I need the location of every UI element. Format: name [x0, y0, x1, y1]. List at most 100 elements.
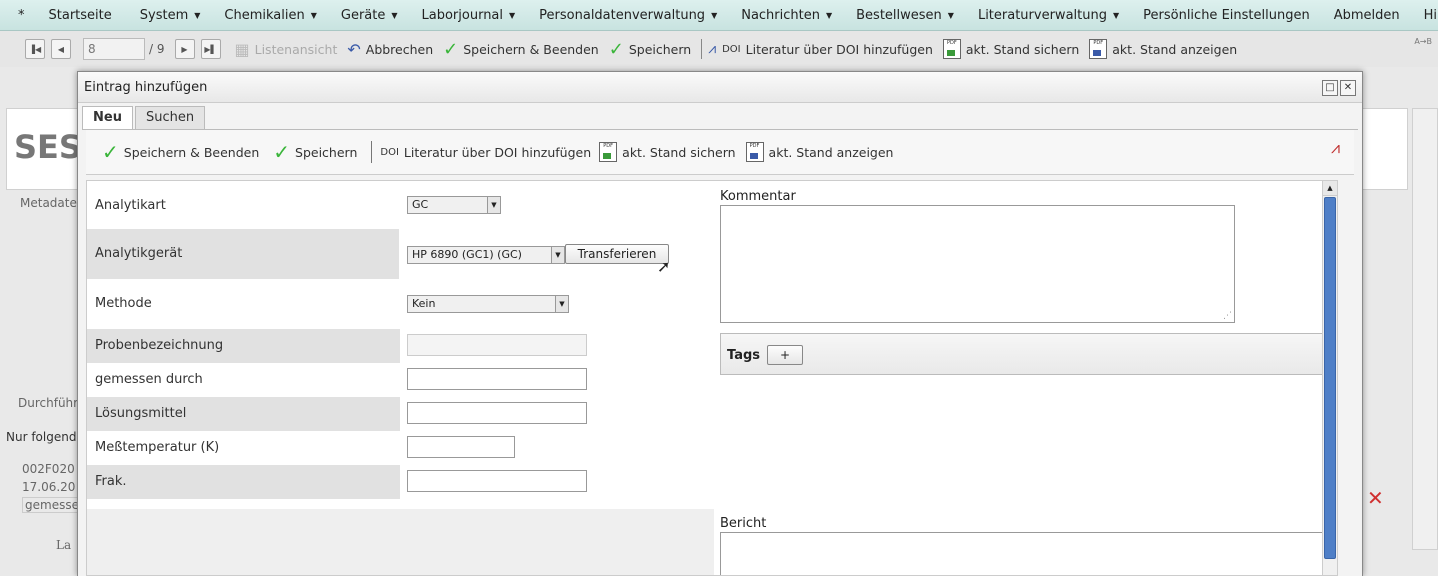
messtemperatur-input[interactable]	[407, 436, 515, 458]
form-scrollbar[interactable]: ▲	[1322, 181, 1337, 575]
pdf-save-button[interactable]: PDF akt. Stand sichern	[942, 39, 1080, 59]
scroll-up-icon[interactable]: ▲	[1323, 181, 1337, 196]
loesungsmittel-input[interactable]	[407, 402, 587, 424]
messtemperatur-label: Meßtemperatur (K)	[95, 440, 220, 455]
save-label: Speichern	[628, 41, 692, 57]
menu-geraete[interactable]: Geräte ▼	[329, 8, 410, 23]
add-tag-button[interactable]: +	[767, 345, 803, 365]
menu-system[interactable]: System ▼	[128, 8, 213, 23]
list-view-button[interactable]: ▦ Listenansicht	[235, 40, 338, 59]
dialog-pdf-save-button[interactable]: PDF akt. Stand sichern	[599, 142, 736, 162]
analytikgeraet-select[interactable]: HP 6890 (GC1) (GC) ▼	[407, 246, 565, 264]
menu-laborjournal[interactable]: Laborjournal ▼	[410, 8, 528, 23]
pdf-show-icon: PDF	[1089, 39, 1108, 59]
pdf-save-label: akt. Stand sichern	[965, 41, 1080, 57]
toolbar-separator	[701, 39, 703, 59]
cancel-label: Abbrechen	[365, 41, 434, 57]
frak-input[interactable]	[407, 470, 587, 492]
resize-grip-icon: ⋰	[1223, 311, 1232, 321]
save-button[interactable]: ✓ Speichern	[609, 39, 691, 60]
next-page-button[interactable]: ▶	[174, 39, 195, 59]
undo-icon: ↶	[347, 39, 361, 59]
row-empty	[87, 509, 714, 575]
chevron-down-icon: ▼	[487, 197, 500, 213]
prev-page-button[interactable]: ◀	[51, 39, 71, 59]
list-view-label: Listenansicht	[254, 41, 338, 57]
menu-nachrichten[interactable]: Nachrichten ▼	[729, 8, 844, 23]
bericht-label: Bericht	[720, 516, 767, 531]
background-date: 17.06.20	[22, 480, 76, 494]
menu-star[interactable]: *	[0, 8, 37, 23]
chevron-down-icon: ▼	[310, 10, 317, 20]
grid-icon: ▦	[234, 39, 250, 59]
pdf-show-label: akt. Stand anzeigen	[1112, 41, 1238, 57]
chevron-down-icon: ▼	[555, 296, 568, 312]
dialog-save-close-button[interactable]: ✓ Speichern & Beenden	[102, 140, 259, 164]
mouse-cursor-icon: ➚	[657, 257, 671, 276]
methode-select[interactable]: Kein ▼	[407, 295, 569, 313]
tab-neu[interactable]: Neu	[82, 106, 133, 130]
menu-bestellwesen[interactable]: Bestellwesen ▼	[844, 8, 966, 23]
entry-form: Analytikart GC ▼ Analytikgerät HP 6890 (G…	[86, 180, 1338, 576]
menu-abmelden[interactable]: Abmelden	[1322, 8, 1412, 23]
chevron-down-icon: ▼	[711, 10, 718, 20]
chevron-down-icon: ▼	[509, 10, 516, 20]
row-analytikgeraet: Analytikgerät HP 6890 (GC1) (GC) ▼ Transf…	[87, 229, 714, 279]
analytikart-value: GC	[412, 198, 429, 211]
save-close-button[interactable]: ✓ Speichern & Beenden	[443, 39, 599, 60]
main-toolbar: ▐◀ ◀ 8 / 9 ▶ ▶▌ ▦ Listenansicht ↶ Abbreche…	[0, 31, 1438, 67]
scrollbar-thumb[interactable]	[1324, 197, 1336, 559]
doi-button[interactable]: DOI Literatur über DOI hinzufügen	[722, 42, 933, 57]
transferieren-button[interactable]: Transferieren	[565, 244, 669, 264]
gemessen-durch-input[interactable]	[407, 368, 587, 390]
row-probenbezeichnung: Probenbezeichnung	[87, 329, 714, 363]
first-page-button[interactable]: ▐◀	[25, 39, 45, 59]
dialog-pdf-show-button[interactable]: PDF akt. Stand anzeigen	[745, 142, 893, 162]
pdf-show-icon: PDF	[745, 142, 764, 162]
add-entry-dialog: Eintrag hinzufügen □ ✕ Neu Suchen ✓ Speic…	[77, 71, 1363, 576]
menu-startseite[interactable]: Startseite	[37, 8, 124, 23]
chevron-down-icon: ▼	[947, 10, 954, 20]
menu-chemikalien-label: Chemikalien	[224, 7, 305, 23]
menu-personaldatenverwaltung-label: Personaldatenverwaltung	[539, 7, 706, 23]
page-number-input[interactable]: 8	[83, 38, 145, 60]
dialog-save-close-label: Speichern & Beenden	[123, 144, 260, 160]
maximize-icon[interactable]: □	[1322, 80, 1338, 96]
menu-literaturverwaltung[interactable]: Literaturverwaltung ▼	[966, 8, 1131, 23]
loesungsmittel-label: Lösungsmittel	[95, 406, 187, 421]
bericht-textarea[interactable]	[720, 532, 1337, 575]
chart-icon-button[interactable]: ⩘	[708, 41, 716, 57]
doi-icon: DOI	[380, 146, 399, 158]
methode-value: Kein	[412, 297, 436, 310]
analytikart-select[interactable]: GC ▼	[407, 196, 501, 214]
probenbezeichnung-input[interactable]	[407, 334, 587, 356]
dialog-save-button[interactable]: ✓ Speichern	[273, 140, 357, 164]
background-la: La	[56, 538, 72, 552]
row-gemessen-durch: gemessen durch	[87, 363, 714, 397]
menu-hilfe[interactable]: Hilfe	[1412, 8, 1438, 23]
gemessen-durch-label: gemessen durch	[95, 372, 203, 387]
tab-suchen[interactable]: Suchen	[134, 106, 206, 129]
last-page-button[interactable]: ▶▌	[200, 39, 221, 59]
close-icon[interactable]: ✕	[1340, 80, 1356, 96]
checkmark-icon: ✓	[273, 140, 291, 164]
delete-x-icon[interactable]: ✕	[1367, 486, 1384, 510]
chevron-down-icon: ▼	[551, 247, 564, 263]
menu-personaldatenverwaltung[interactable]: Personaldatenverwaltung ▼	[527, 8, 729, 23]
menu-chemikalien[interactable]: Chemikalien ▼	[212, 8, 328, 23]
spectrum-chart-icon[interactable]: ⩘	[1331, 138, 1340, 158]
kommentar-textarea[interactable]	[720, 205, 1235, 323]
background-gemessen: gemesse	[22, 497, 80, 513]
analytikgeraet-value: HP 6890 (GC1) (GC)	[412, 248, 522, 261]
dialog-doi-button[interactable]: DOI Literatur über DOI hinzufügen	[380, 145, 591, 160]
menu-persoenliche-einstellungen[interactable]: Persönliche Einstellungen	[1131, 8, 1322, 23]
row-messtemperatur: Meßtemperatur (K)	[87, 431, 714, 465]
chevron-down-icon: ▼	[825, 10, 833, 20]
corner-indicator: A→B	[1414, 37, 1432, 46]
menu-geraete-label: Geräte	[340, 7, 386, 23]
menu-bestellwesen-label: Bestellwesen	[856, 7, 942, 23]
cancel-button[interactable]: ↶ Abbrechen	[347, 40, 433, 59]
pdf-save-icon: PDF	[942, 39, 961, 59]
background-nur: Nur folgend	[6, 430, 77, 444]
pdf-show-button[interactable]: PDF akt. Stand anzeigen	[1089, 39, 1237, 59]
